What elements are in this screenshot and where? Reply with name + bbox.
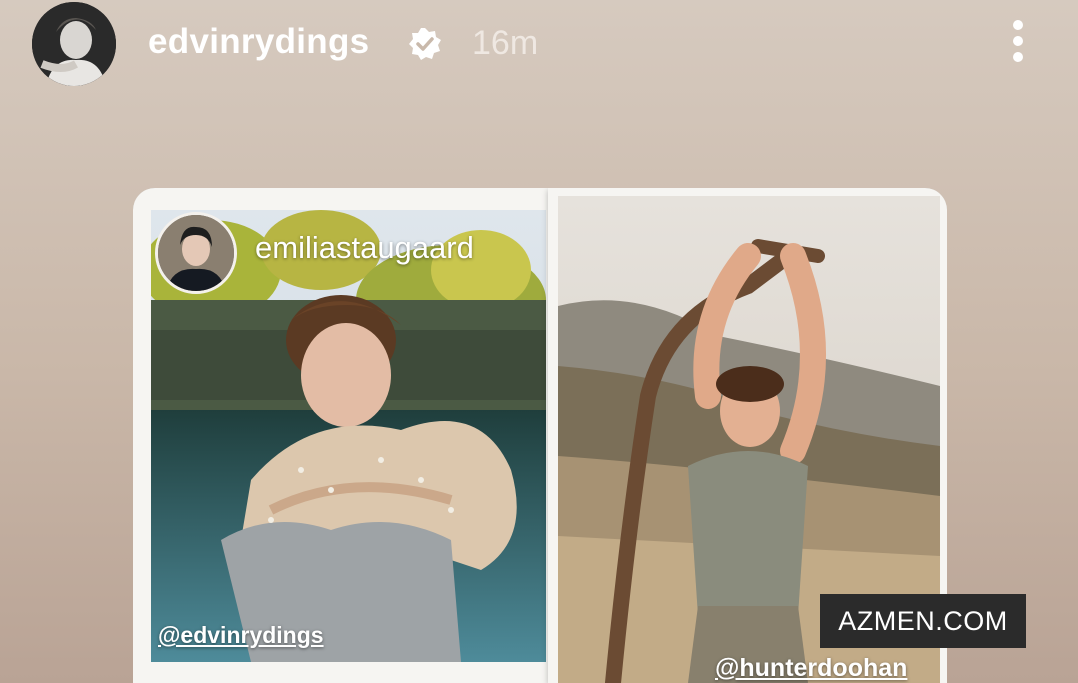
- more-vertical-icon[interactable]: [1006, 18, 1030, 64]
- photo-tag-hunterdoohan[interactable]: @hunterdoohan: [715, 654, 907, 683]
- mention-avatar[interactable]: [155, 212, 237, 294]
- profile-avatar[interactable]: [32, 2, 116, 86]
- verified-badge-icon: [409, 28, 441, 60]
- post-time: 16m: [472, 24, 539, 62]
- username[interactable]: edvinrydings: [148, 22, 369, 62]
- watermark-label: AZMEN.COM: [820, 594, 1026, 648]
- photo-tag-edvinrydings[interactable]: @edvinrydings: [158, 622, 324, 649]
- mention-username[interactable]: emiliastaugaard: [255, 230, 474, 266]
